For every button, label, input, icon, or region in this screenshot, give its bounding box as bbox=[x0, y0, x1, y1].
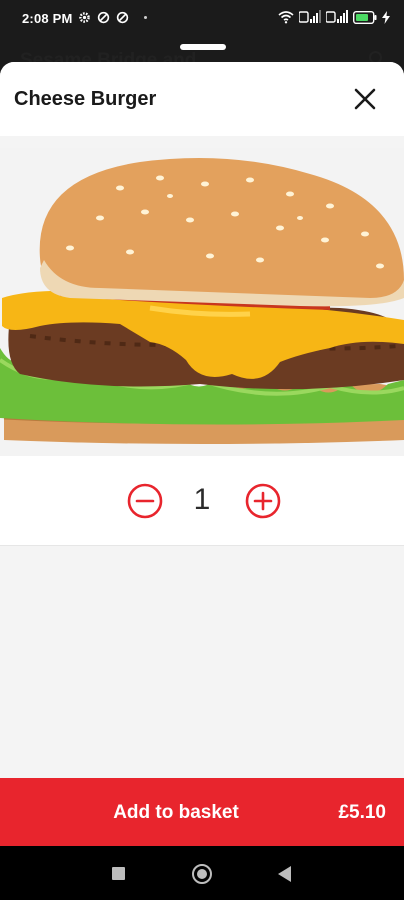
status-time: 2:08 PM bbox=[22, 11, 73, 26]
product-title: Cheese Burger bbox=[14, 88, 157, 110]
status-bar: 2:08 PM bbox=[0, 0, 404, 40]
quantity-selector: 1 bbox=[0, 456, 404, 546]
sync-icon bbox=[97, 11, 110, 24]
back-button[interactable] bbox=[278, 866, 291, 882]
add-to-basket-label: Add to basket bbox=[113, 802, 239, 823]
product-bottom-sheet: Cheese Burger 1 bbox=[0, 62, 404, 846]
settings-icon bbox=[79, 12, 90, 23]
add-to-basket-button[interactable]: Add to basket £5.10 bbox=[0, 778, 404, 846]
close-icon[interactable] bbox=[352, 86, 378, 112]
sheet-drag-handle[interactable] bbox=[180, 44, 226, 50]
sheet-header: Cheese Burger bbox=[0, 62, 404, 136]
sync-icon bbox=[116, 11, 129, 24]
quantity-value: 1 bbox=[193, 483, 211, 516]
signal-icon bbox=[299, 10, 321, 23]
home-button[interactable] bbox=[192, 864, 212, 884]
status-icons-right bbox=[278, 10, 390, 24]
battery-icon bbox=[353, 10, 377, 24]
signal-icon bbox=[326, 10, 348, 23]
cheese-burger-image bbox=[0, 158, 404, 444]
notification-dot bbox=[144, 16, 147, 19]
product-image bbox=[0, 148, 404, 456]
charging-icon bbox=[382, 10, 390, 24]
system-nav-bar bbox=[0, 846, 404, 900]
status-icons-left bbox=[78, 11, 129, 24]
minus-circle-icon[interactable] bbox=[126, 482, 164, 520]
plus-circle-icon[interactable] bbox=[244, 482, 282, 520]
basket-price: £5.10 bbox=[338, 802, 386, 823]
wifi-icon bbox=[278, 11, 294, 24]
recents-button[interactable] bbox=[112, 867, 125, 880]
